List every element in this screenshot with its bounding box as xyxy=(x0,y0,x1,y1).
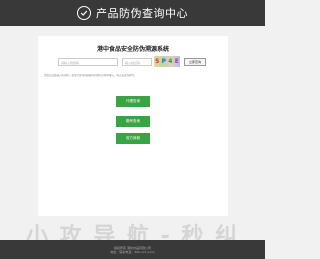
captcha-image[interactable]: 5 P 4 E xyxy=(154,56,180,67)
top-header-bar: 产品防伪查询中心 xyxy=(0,0,265,26)
query-panel: 港中食品安全防伪溯源系统 请输入防伪码 输入验证码 5 P 4 E 立即查询 请… xyxy=(38,36,228,216)
captcha-char: P xyxy=(161,58,166,65)
agent-query-button[interactable]: 代理查询 xyxy=(116,96,150,107)
captcha-char: 5 xyxy=(155,58,160,65)
verify-code-input[interactable]: 输入验证码 xyxy=(122,58,152,66)
footer-line-2: 地址：联系电话：400-xxx-xxxx xyxy=(110,249,155,254)
captcha-char: E xyxy=(174,58,179,65)
captcha-char: 4 xyxy=(168,58,173,65)
query-button[interactable]: 立即查询 xyxy=(184,58,206,66)
system-title: 港中食品安全防伪溯源系统 xyxy=(96,46,169,53)
anti-fake-code-input[interactable]: 请输入防伪码 xyxy=(58,58,118,66)
hint-text: 请您在此处输入防伪码，依每次查询的结果向右侧的方框中输入，再点击查询即可。 xyxy=(44,74,137,77)
check-circle-icon xyxy=(77,6,91,20)
box-number-query-button[interactable]: 箱号查询 xyxy=(116,116,150,127)
official-mall-button[interactable]: 官方商城 xyxy=(116,133,150,144)
footer: 版权所有 港中食品有限公司 地址：联系电话：400-xxx-xxxx xyxy=(0,240,265,259)
header-title: 产品防伪查询中心 xyxy=(96,7,188,20)
